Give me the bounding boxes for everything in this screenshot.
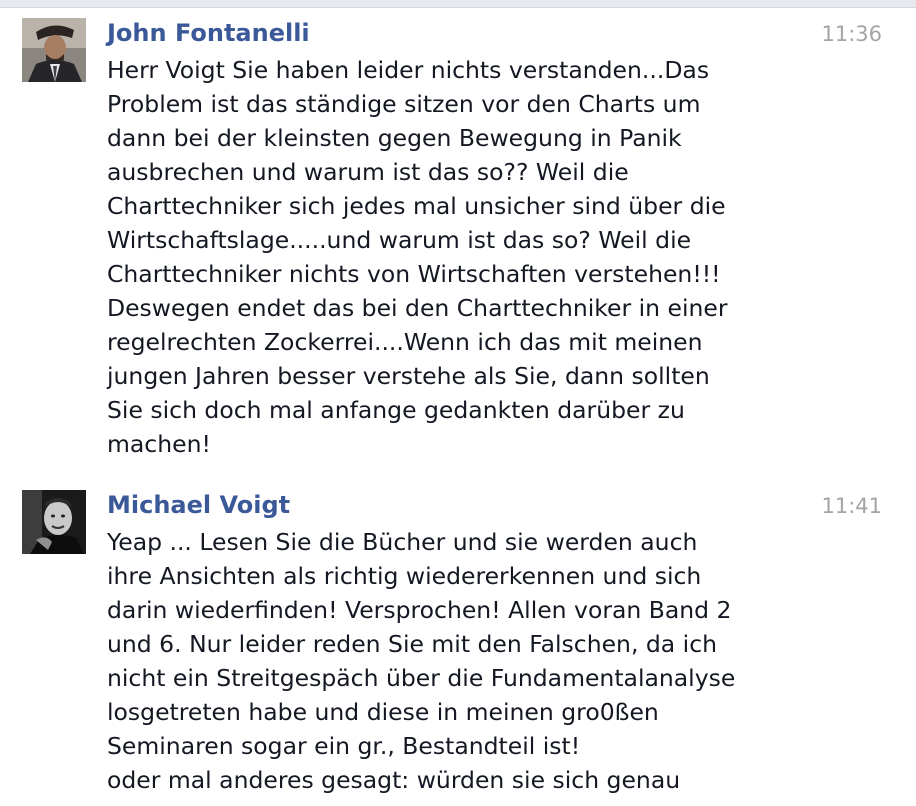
message-line: losgetreten habe und diese in meinen gro… [107,698,659,726]
message-line: Deswegen endet das bei den Charttechnike… [107,294,728,322]
message-text: Yeap ... Lesen Sie die Bücher und sie we… [107,525,907,797]
author-name[interactable]: Michael Voigt [107,490,290,520]
message-line: machen! [107,430,211,458]
message-line: nicht ein Streitgespäch über die Fundame… [107,664,736,692]
message-line: Yeap ... Lesen Sie die Bücher und sie we… [107,528,698,556]
message-line: Sie sich doch mal anfange gedankten darü… [107,396,685,424]
message-line: Wirtschaftslage.....und warum ist das so… [107,226,692,254]
author-name[interactable]: John Fontanelli [107,18,310,48]
message-line: Herr Voigt Sie haben leider nichts verst… [107,56,710,84]
message-text: Herr Voigt Sie haben leider nichts verst… [107,53,907,461]
avatar[interactable] [22,490,86,554]
message-line: Problem ist das ständige sitzen vor den … [107,90,701,118]
message-line: Seminaren sogar ein gr., Bestandteil ist… [107,732,581,760]
avatar[interactable] [22,18,86,82]
message-line: und 6. Nur leider reden Sie mit den Fals… [107,630,718,658]
message-line: ihre Ansichten als richtig wiedererkenne… [107,562,702,590]
message-line: Charttechniker nichts von Wirtschaften v… [107,260,721,288]
top-divider [0,0,916,8]
message-line: dann bei der kleinsten gegen Bewegung in… [107,124,682,152]
message-line: Charttechniker sich jedes mal unsicher s… [107,192,726,220]
message-line: jungen Jahren besser verstehe als Sie, d… [107,362,710,390]
message-line: ausbrechen und warum ist das so?? Weil d… [107,158,629,186]
message-timestamp: 11:36 [821,22,882,46]
message-timestamp: 11:41 [821,494,882,518]
man-black-and-white-portrait-avatar-icon [22,490,86,554]
message-line: regelrechten Zockerrei....Wenn ich das m… [107,328,703,356]
message-line: oder mal anderes gesagt: würden sie sich… [107,766,681,794]
man-in-suit-with-hat-avatar-icon [22,18,86,82]
chat-conversation: John Fontanelli 11:36 Herr Voigt Sie hab… [0,0,916,806]
message-line: darin wiederfinden! Versprochen! Allen v… [107,596,732,624]
